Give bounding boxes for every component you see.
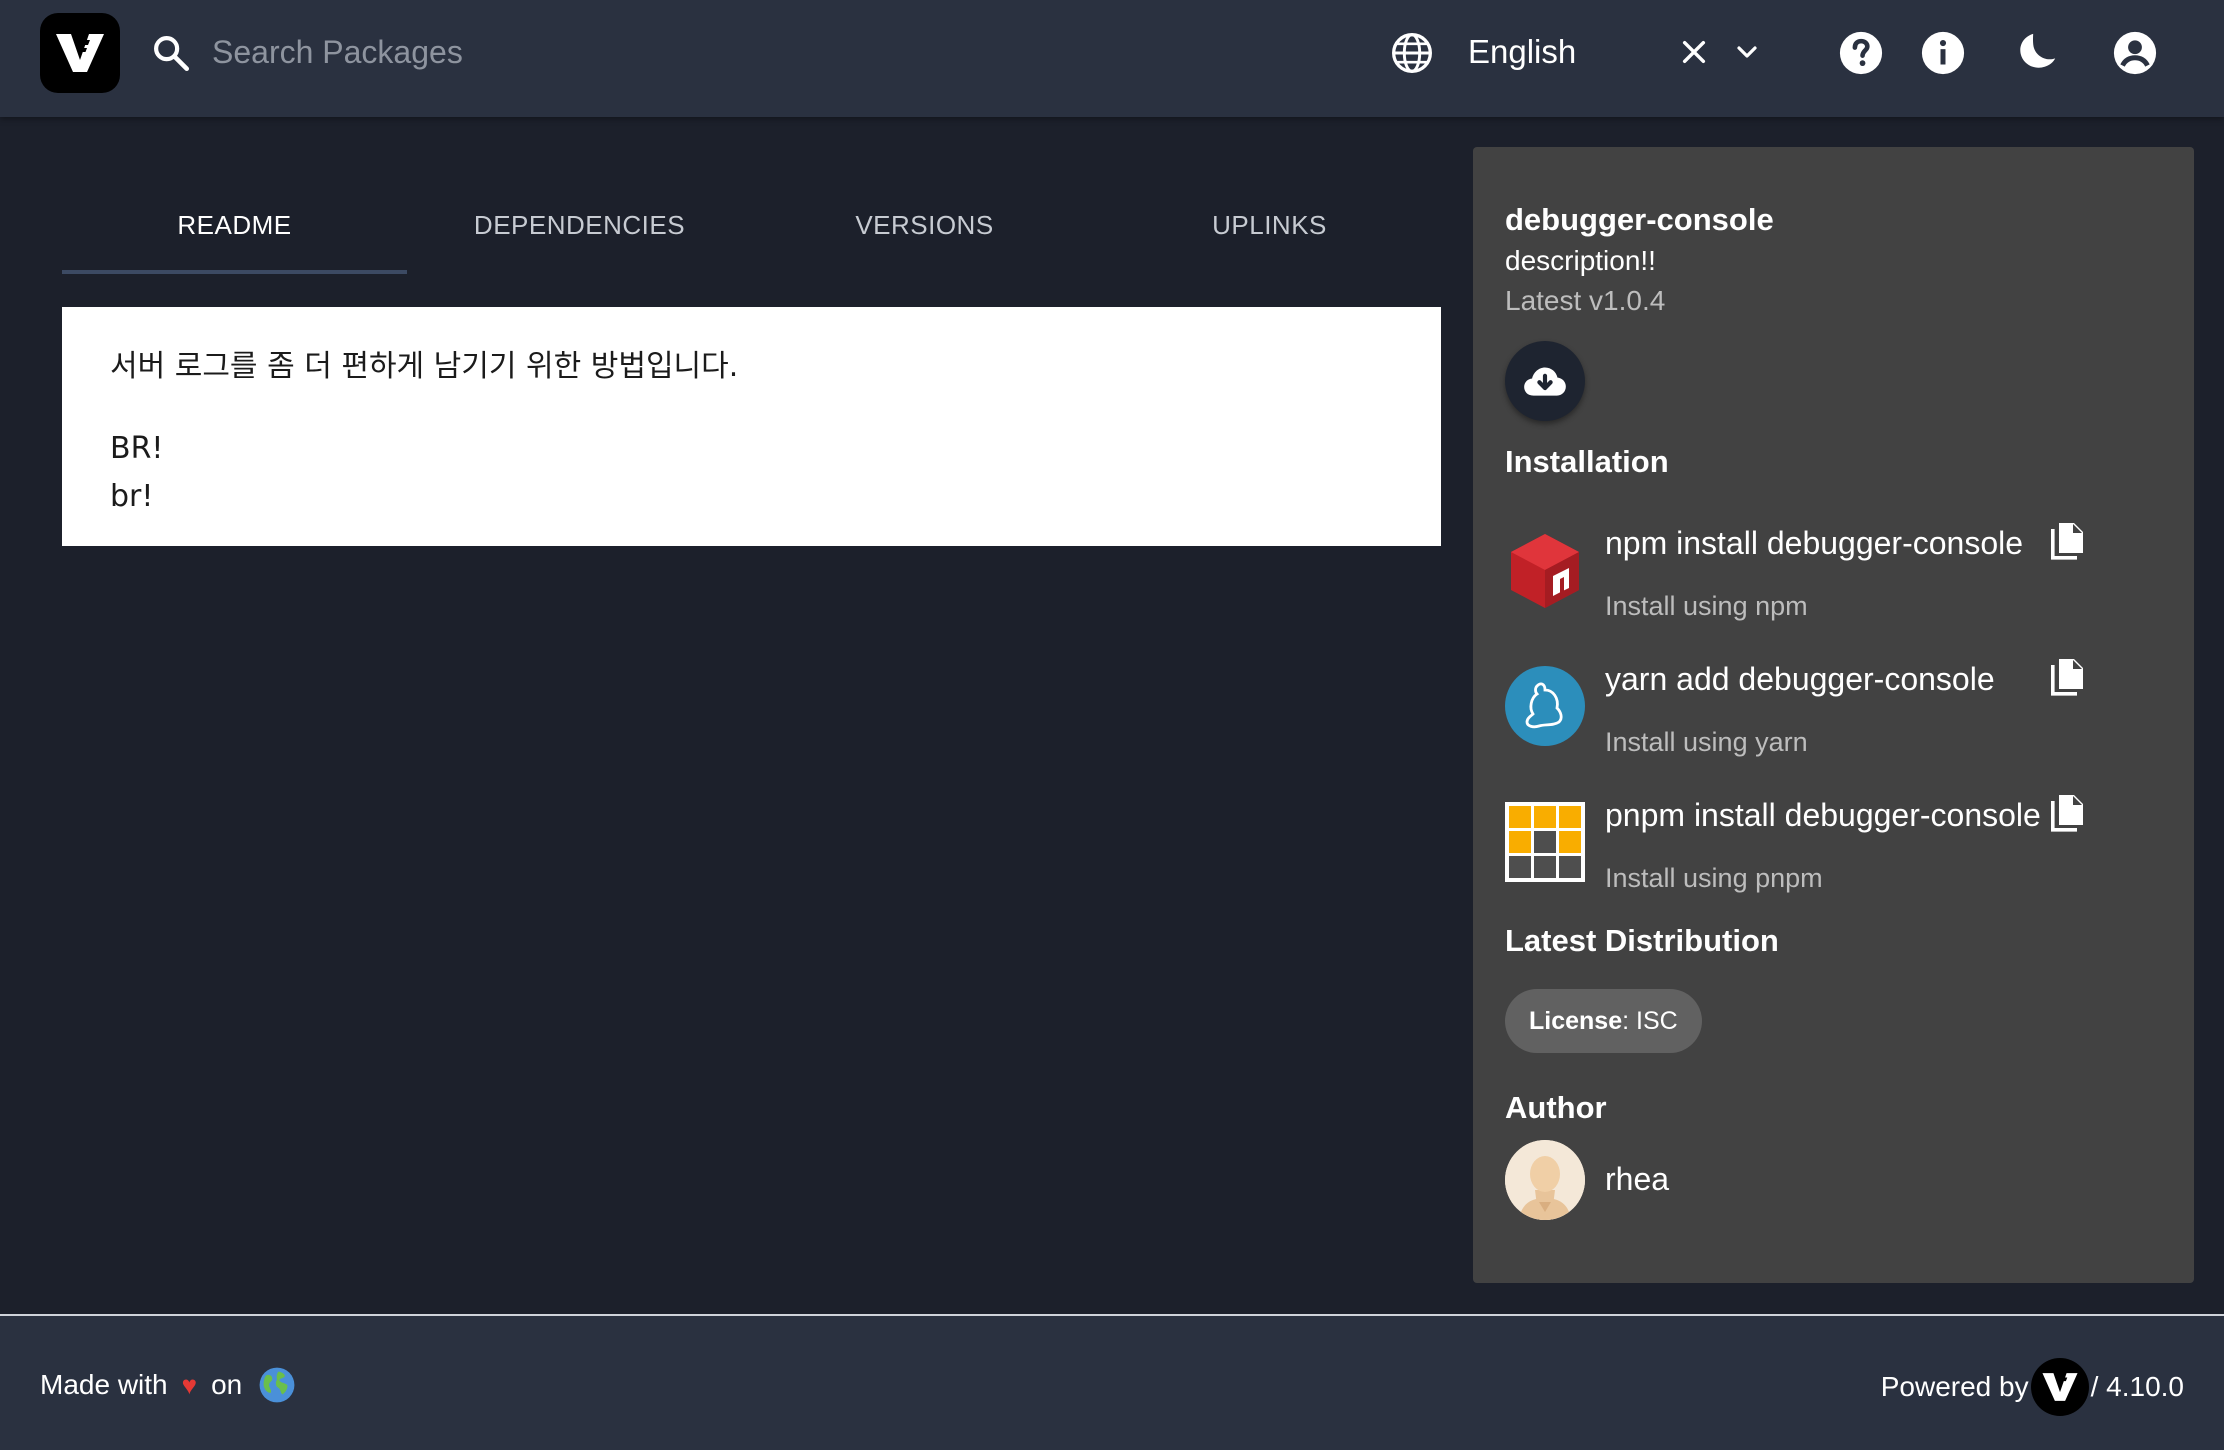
dark-mode-toggle[interactable] bbox=[2012, 28, 2062, 78]
author-title: Author bbox=[1505, 1090, 1607, 1125]
made-with-text: Made with ♥ on bbox=[40, 1366, 296, 1404]
info-button[interactable] bbox=[1918, 28, 1968, 78]
readme-line: br! bbox=[110, 479, 154, 514]
avatar-icon bbox=[1505, 1140, 1585, 1220]
chevron-down-icon[interactable] bbox=[1731, 36, 1763, 68]
copy-icon[interactable] bbox=[2043, 791, 2091, 839]
install-item-pnpm[interactable]: pnpm install debugger-console Install us… bbox=[1505, 795, 2165, 917]
app-header: English bbox=[0, 0, 2224, 117]
search-input[interactable] bbox=[212, 26, 1112, 78]
install-subtitle: Install using pnpm bbox=[1605, 863, 1823, 893]
logo-mark-icon bbox=[2042, 1373, 2078, 1401]
search-icon bbox=[154, 36, 190, 72]
active-tab-indicator bbox=[62, 270, 407, 274]
license-value: : ISC bbox=[1622, 1006, 1678, 1035]
install-subtitle: Install using npm bbox=[1605, 591, 1808, 621]
readme-content: 서버 로그를 좀 더 편하게 남기기 위한 방법입니다. BR! br! bbox=[62, 307, 1441, 546]
readme-line: 서버 로그를 좀 더 편하게 남기기 위한 방법입니다. bbox=[110, 349, 739, 384]
made-with-label: Made with bbox=[40, 1369, 168, 1400]
verdaccio-logo[interactable] bbox=[40, 13, 120, 93]
tab-dependencies[interactable]: DEPENDENCIES bbox=[407, 180, 752, 270]
app-footer: Made with ♥ on Powered by / 4.10.0 bbox=[0, 1314, 2224, 1450]
readme-line: BR! bbox=[110, 431, 164, 466]
version-label: / 4.10.0 bbox=[2090, 1371, 2184, 1402]
package-name: debugger-console bbox=[1505, 202, 1774, 237]
dark-mode-icon bbox=[2020, 33, 2056, 68]
verdaccio-footer-logo[interactable] bbox=[2030, 1358, 2089, 1416]
installation-title: Installation bbox=[1505, 444, 1669, 479]
account-button[interactable] bbox=[2110, 28, 2160, 78]
license-chip: License : ISC bbox=[1505, 989, 1702, 1053]
install-subtitle: Install using yarn bbox=[1605, 727, 1808, 757]
heart-icon: ♥ bbox=[181, 1369, 198, 1400]
globe-icon bbox=[1392, 33, 1432, 73]
earth-icon[interactable] bbox=[258, 1366, 296, 1404]
copy-icon[interactable] bbox=[2043, 519, 2091, 567]
cloud-download-icon bbox=[1524, 367, 1566, 396]
author-name[interactable]: rhea bbox=[1605, 1161, 1669, 1198]
language-select-value[interactable]: English bbox=[1468, 33, 1576, 71]
install-command: pnpm install debugger-console bbox=[1605, 797, 2041, 833]
download-tarball-button[interactable] bbox=[1505, 341, 1585, 421]
help-button[interactable] bbox=[1836, 28, 1886, 78]
install-command: npm install debugger-console bbox=[1605, 525, 2024, 561]
npm-icon bbox=[1511, 534, 1579, 608]
powered-by-label: Powered by bbox=[1880, 1371, 2029, 1402]
on-label: on bbox=[211, 1369, 243, 1400]
pnpm-icon bbox=[1505, 802, 1585, 882]
account-icon bbox=[2113, 31, 2157, 75]
info-icon bbox=[1921, 31, 1965, 75]
package-tabs: README DEPENDENCIES VERSIONS UPLINKS bbox=[62, 180, 1442, 274]
install-command: yarn add debugger-console bbox=[1605, 661, 1995, 697]
install-item-yarn[interactable]: yarn add debugger-console Install using … bbox=[1505, 659, 2165, 781]
tab-uplinks[interactable]: UPLINKS bbox=[1097, 180, 1442, 270]
powered-by: Powered by / 4.10.0 bbox=[1881, 1358, 2184, 1416]
author-avatar bbox=[1505, 1140, 1585, 1220]
package-latest-version: Latest v1.0.4 bbox=[1505, 285, 1666, 316]
install-item-npm[interactable]: npm install debugger-console Install usi… bbox=[1505, 523, 2165, 645]
package-sidebar: debugger-console description!! Latest v1… bbox=[1473, 147, 2194, 1283]
license-label: License bbox=[1529, 1006, 1623, 1035]
package-description: description!! bbox=[1505, 245, 1656, 276]
tab-versions[interactable]: VERSIONS bbox=[752, 180, 1097, 270]
tab-readme[interactable]: README bbox=[62, 180, 407, 270]
help-icon bbox=[1839, 31, 1883, 75]
logo-mark-icon bbox=[56, 34, 104, 72]
clear-icon[interactable] bbox=[1678, 36, 1710, 68]
latest-distribution-title: Latest Distribution bbox=[1505, 923, 1779, 958]
copy-icon[interactable] bbox=[2043, 655, 2091, 703]
yarn-icon bbox=[1505, 666, 1585, 746]
